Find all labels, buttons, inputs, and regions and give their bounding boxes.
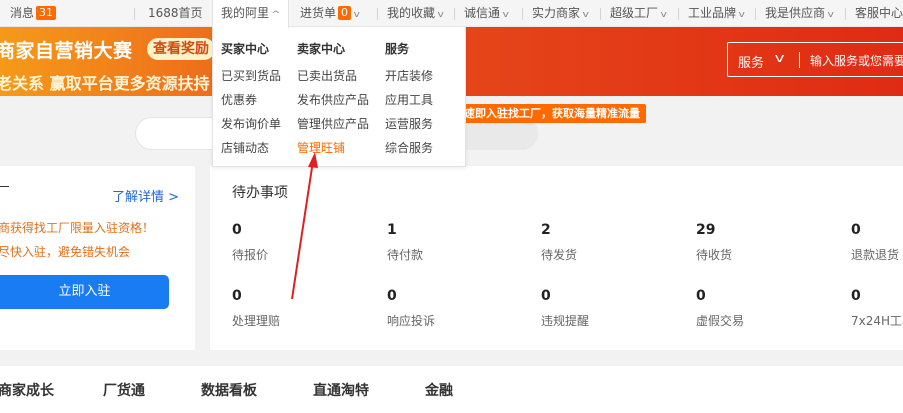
arrow-shaft <box>291 160 314 300</box>
arrow-head <box>308 152 318 168</box>
annotation-arrow <box>291 152 318 300</box>
